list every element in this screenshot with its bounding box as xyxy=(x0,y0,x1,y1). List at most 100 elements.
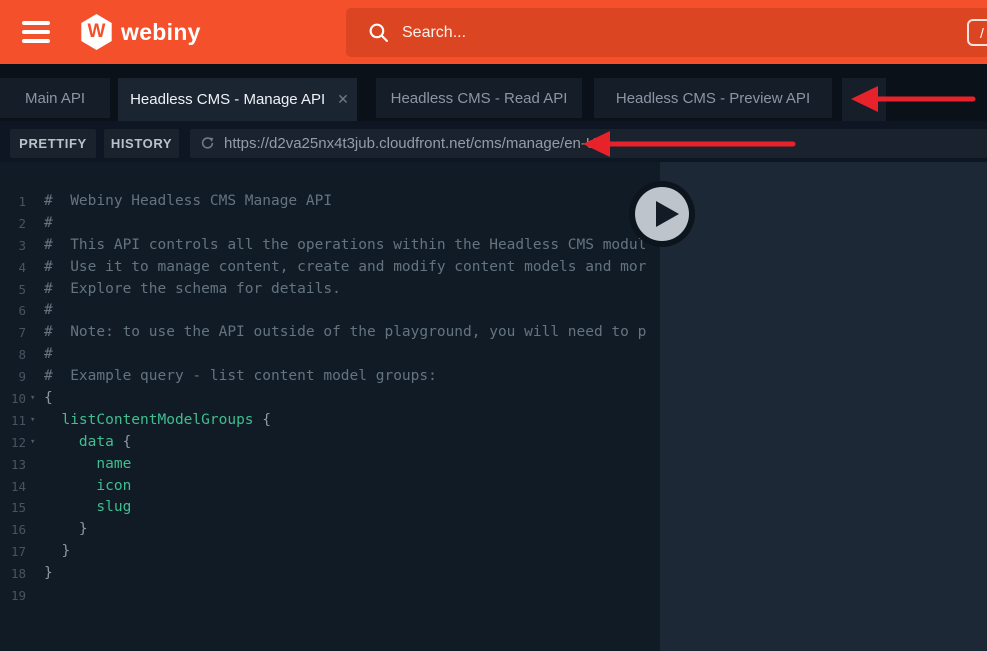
fold-spacer xyxy=(26,322,44,344)
line-number: 5 xyxy=(0,279,26,301)
search-box[interactable]: / xyxy=(346,8,987,57)
line-number: 9 xyxy=(0,366,26,388)
plus-icon: + xyxy=(858,89,869,111)
code-text: } xyxy=(44,519,660,541)
code-text: name xyxy=(44,454,660,476)
fold-spacer xyxy=(26,257,44,279)
editor-toolbar: PRETTIFY HISTORY https://d2va25nx4t3jub.… xyxy=(0,121,987,162)
fold-spacer xyxy=(26,279,44,301)
endpoint-url: https://d2va25nx4t3jub.cloudfront.net/cm… xyxy=(224,135,607,152)
search-icon xyxy=(368,22,389,43)
add-tab-button[interactable]: + xyxy=(842,78,886,121)
line-number: 11 xyxy=(0,410,26,432)
code-line: 16 } xyxy=(0,519,660,541)
line-number: 6 xyxy=(0,300,26,322)
fold-spacer xyxy=(26,300,44,322)
code-text: } xyxy=(44,563,660,585)
code-text: # xyxy=(44,300,660,322)
line-number: 13 xyxy=(0,454,26,476)
response-pane xyxy=(660,162,987,651)
fold-spacer xyxy=(26,563,44,585)
brand-wordmark: webiny xyxy=(121,19,201,46)
search-input[interactable] xyxy=(402,24,987,42)
code-text: # xyxy=(44,344,660,366)
line-number: 16 xyxy=(0,519,26,541)
line-number: 2 xyxy=(0,213,26,235)
code-line: 9 # Example query - list content model gr… xyxy=(0,366,660,388)
code-line: 17 } xyxy=(0,541,660,563)
webiny-hexagon-icon: W xyxy=(80,14,113,50)
fold-arrow-icon[interactable]: ▾ xyxy=(26,410,44,432)
tab-headless-cms-read-api[interactable]: Headless CMS - Read API xyxy=(376,78,582,118)
line-number: 17 xyxy=(0,541,26,563)
fold-spacer xyxy=(26,344,44,366)
code-line: 1 # Webiny Headless CMS Manage API xyxy=(0,191,660,213)
code-text: icon xyxy=(44,476,660,498)
code-text: { xyxy=(44,388,660,410)
code-text xyxy=(44,585,660,607)
code-text: slug xyxy=(44,497,660,519)
fold-spacer xyxy=(26,191,44,213)
code-line: 2# xyxy=(0,213,660,235)
code-line: 4# Use it to manage content, create and … xyxy=(0,257,660,279)
line-number: 7 xyxy=(0,322,26,344)
code-text: # Note: to use the API outside of the pl… xyxy=(44,322,660,344)
fold-spacer xyxy=(26,497,44,519)
code-text: # Use it to manage content, create and m… xyxy=(44,257,660,279)
code-text: # Explore the schema for details. xyxy=(44,279,660,301)
code-text: # Example query - list content model gro… xyxy=(44,366,660,388)
code-text: # Webiny Headless CMS Manage API xyxy=(44,191,660,213)
execute-query-button[interactable] xyxy=(627,179,697,249)
code-line: 13 name xyxy=(0,454,660,476)
logo-letter: W xyxy=(88,21,106,43)
fold-arrow-icon[interactable]: ▾ xyxy=(26,388,44,410)
line-number: 8 xyxy=(0,344,26,366)
line-number: 15 xyxy=(0,497,26,519)
code-line: 12▾ data { xyxy=(0,432,660,454)
fold-spacer xyxy=(26,454,44,476)
fold-spacer xyxy=(26,366,44,388)
code-line: 5 # Explore the schema for details. xyxy=(0,279,660,301)
fold-spacer xyxy=(26,213,44,235)
prettify-button[interactable]: PRETTIFY xyxy=(10,129,96,158)
code-line: 18} xyxy=(0,563,660,585)
history-button[interactable]: HISTORY xyxy=(104,129,179,158)
line-number: 3 xyxy=(0,235,26,257)
hamburger-menu-icon[interactable] xyxy=(22,21,50,43)
fold-spacer xyxy=(26,476,44,498)
close-tab-icon[interactable]: ✕ xyxy=(337,91,349,108)
fold-spacer xyxy=(26,541,44,563)
tab-headless-cms-preview-api[interactable]: Headless CMS - Preview API xyxy=(594,78,832,118)
code-line: 6# xyxy=(0,300,660,322)
code-line: 11▾ listContentModelGroups { xyxy=(0,410,660,432)
endpoint-url-bar[interactable]: https://d2va25nx4t3jub.cloudfront.net/cm… xyxy=(190,129,987,158)
code-line: 10▾{ xyxy=(0,388,660,410)
refresh-icon xyxy=(200,136,215,151)
code-text: # This API controls all the operations w… xyxy=(44,235,660,257)
code-text: data { xyxy=(44,432,660,454)
keyboard-shortcut-badge: / xyxy=(967,19,987,46)
code-line: 3 # This API controls all the operations … xyxy=(0,235,660,257)
webiny-logo[interactable]: W webiny xyxy=(80,14,201,50)
line-number: 14 xyxy=(0,476,26,498)
line-number: 18 xyxy=(0,563,26,585)
code-line: 19 xyxy=(0,585,660,607)
line-number: 1 xyxy=(0,191,26,213)
code-text: } xyxy=(44,541,660,563)
fold-spacer xyxy=(26,519,44,541)
line-number: 12 xyxy=(0,432,26,454)
line-number: 10 xyxy=(0,388,26,410)
code-text: listContentModelGroups { xyxy=(44,410,660,432)
app-header: W webiny / xyxy=(0,0,987,64)
code-text: # xyxy=(44,213,660,235)
code-line: 7 # Note: to use the API outside of the p… xyxy=(0,322,660,344)
fold-arrow-icon[interactable]: ▾ xyxy=(26,432,44,454)
query-editor[interactable]: 1# Webiny Headless CMS Manage API2#3# Th… xyxy=(0,162,660,651)
tab-main-api[interactable]: Main API xyxy=(0,78,110,118)
code-line: 8# xyxy=(0,344,660,366)
fold-spacer xyxy=(26,585,44,607)
api-tab-bar: Main API Headless CMS - Manage API ✕ Hea… xyxy=(0,64,987,121)
fold-spacer xyxy=(26,235,44,257)
tab-headless-cms-manage-api[interactable]: Headless CMS - Manage API ✕ xyxy=(118,78,357,121)
graphql-workspace: 1# Webiny Headless CMS Manage API2#3# Th… xyxy=(0,162,987,651)
